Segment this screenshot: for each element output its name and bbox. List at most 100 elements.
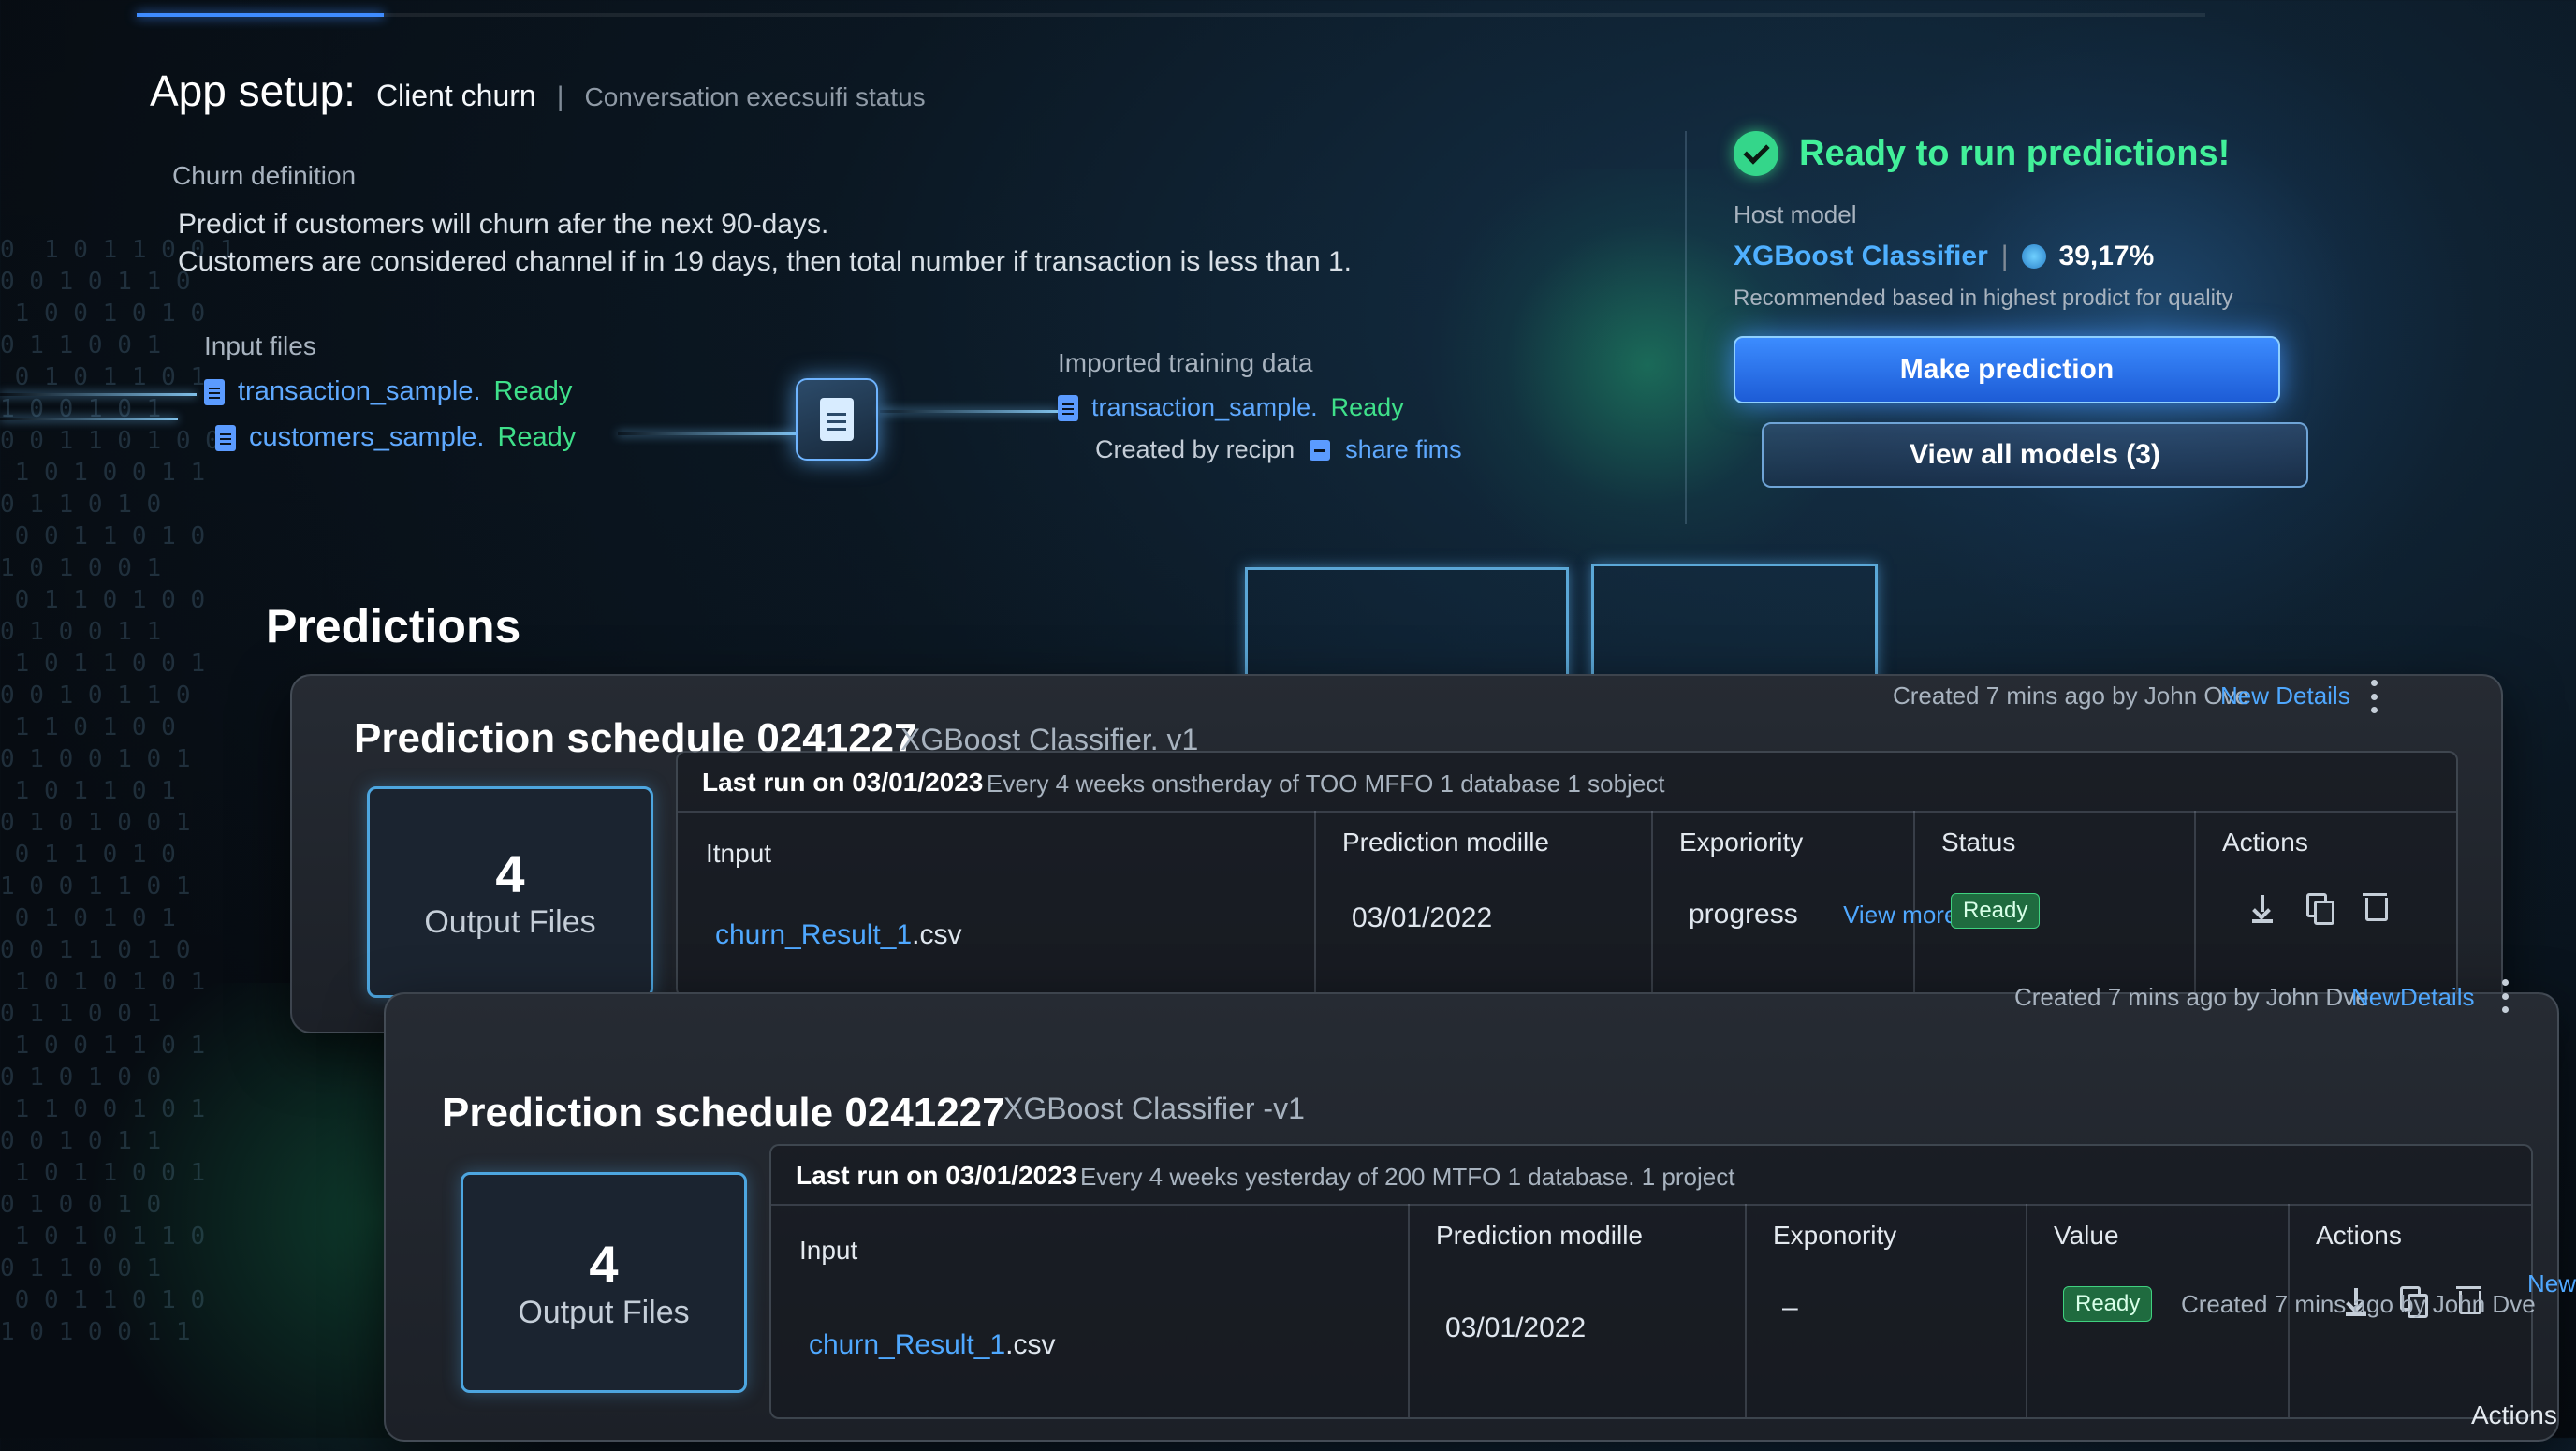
table-divider [771,1204,2531,1206]
input-file-status: Ready [497,422,577,452]
new-details-link[interactable]: New Details [2220,682,2350,711]
app-setup-title: App setup: Client churn | Conversation e… [150,66,1647,116]
result-file-cell[interactable]: churn_Result_1.csv [715,919,961,951]
column-header-input: Itnput [706,839,772,868]
ready-heading: Ready to run predictions! [1734,131,2445,176]
prediction-date-cell: 03/01/2022 [1445,1312,1587,1343]
title-separator: | [556,81,564,112]
output-files-count: 4 [589,1235,619,1294]
table-column-divider [1408,1204,1410,1417]
model-score: 39,17% [2058,241,2155,271]
result-file-cell[interactable]: churn_Result_1.csv [809,1329,1055,1361]
column-header-exp: Exponority [1773,1221,1897,1250]
top-progress-fill [137,13,384,17]
card-created-text: Created 7 mins ago by John Dve [2014,983,2369,1011]
imported-training-data: Imported training data transaction_sampl… [1058,348,1462,464]
result-file-link[interactable]: churn_Result_1 [809,1329,1005,1360]
view-all-models-button[interactable]: View all models (3) [1762,422,2308,488]
table-column-divider [2026,1204,2027,1417]
kebab-menu-icon[interactable] [2370,680,2378,713]
top-progress-bar [137,13,2205,17]
input-file-row[interactable]: customers_sample. Ready [215,422,576,453]
card-created-text: Created 7 mins ago by John Ove [1893,682,2249,710]
schedule-table: Last run on 03/01/2023 Every 4 weeks ons… [676,751,2458,998]
prediction-schedule-card: Prediction schedule 0241227 XGBoost Clas… [384,979,2559,1442]
churn-definition-label: Churn definition [172,161,357,190]
exp-value: progress [1689,899,1798,930]
imported-file-name[interactable]: transaction_sample. [1091,393,1318,422]
result-file-ext: .csv [1005,1329,1056,1360]
share-files-link[interactable]: share fims [1345,435,1462,464]
result-file-ext: .csv [912,919,962,950]
new-details-link[interactable]: New [2527,1269,2576,1298]
schedule-table: Last run on 03/01/2023 Every 4 weeks yes… [769,1144,2533,1419]
input-file-name[interactable]: transaction_sample. [238,376,481,407]
host-model-label: Host model [1734,200,1857,228]
copy-icon[interactable] [2306,893,2334,925]
output-files-box[interactable]: 4 Output Files [461,1172,747,1393]
ready-panel: Ready to run predictions! Host model XGB… [1685,131,2445,524]
output-files-count: 4 [495,844,525,903]
flow-line-to-doc [618,432,796,435]
document-transfer-icon [796,378,878,461]
prediction-date-cell: 03/01/2022 [1352,902,1493,933]
status-badge: Ready [1951,893,2041,929]
predictions-title: Predictions [266,600,521,652]
column-header-value: Value [2054,1221,2119,1250]
column-header-input: Input [799,1236,858,1265]
last-run-label: Last run on 03/01/2023 [796,1161,1077,1190]
model-separator: | [2000,241,2009,271]
churn-line-1: Predict if customers will churn afer the… [178,209,829,240]
imported-meta-row: Created by recipn share fims [1095,435,1462,464]
new-details-link[interactable]: NewDetails [2351,983,2475,1012]
column-header-prediction: Prediction modille [1436,1221,1643,1250]
result-file-link[interactable]: churn_Result_1 [715,919,912,950]
app-setup-header: App setup: Client churn | Conversation e… [150,66,1647,116]
trash-icon[interactable] [2363,891,2388,921]
doc-icon [204,378,225,405]
output-files-label: Output Files [424,904,596,940]
table-column-divider [1651,811,1653,996]
column-header-exp: Exporiority [1679,828,1804,857]
card-model: XGBoost Classifier -v1 [1003,1092,1305,1125]
input-files-section: Input files transaction_sample. Ready cu… [204,331,576,453]
check-circle-icon [1734,131,1778,176]
last-run-label: Last run on 03/01/2023 [702,768,984,797]
churn-definition-text: Predict if customers will churn afer the… [178,206,1488,281]
app-setup-label: App setup: [150,66,356,115]
output-files-box[interactable]: 4 Output Files [367,786,653,998]
imported-file-status: Ready [1330,393,1404,421]
view-more-link[interactable]: View more [1843,901,1957,929]
table-column-divider [1314,811,1316,996]
table-column-divider [2194,811,2196,996]
card-title: Prediction schedule 0241227 [442,1090,1005,1136]
card-created-text: Created 7 mins ago by John Dve [2181,1290,2536,1318]
output-files-label: Output Files [518,1295,690,1330]
host-model-name[interactable]: XGBoost Classifier [1734,241,1988,272]
input-file-status: Ready [493,376,573,406]
input-file-row[interactable]: transaction_sample. Ready [204,376,576,407]
kebab-menu-icon[interactable] [2501,979,2509,1013]
column-header-actions: Actions [2222,828,2308,857]
imported-label: Imported training data [1058,348,1313,377]
input-files-label: Input files [204,331,316,360]
input-file-name[interactable]: customers_sample. [249,422,484,453]
flow-line-input-2 [0,418,178,420]
last-run-description: Every 4 weeks yesterday of 200 MTFO 1 da… [1080,1163,1735,1191]
column-header-prediction: Prediction modille [1342,828,1549,857]
download-icon[interactable] [2250,895,2275,923]
column-header-actions: Actions [2471,1400,2557,1429]
flow-line-input [0,393,197,396]
share-icon[interactable] [1310,439,1331,461]
model-recommendation: Recommended based in highest prodict for… [1734,286,2233,311]
created-by-text: Created by recipn [1095,435,1295,463]
table-column-divider [1745,1204,1747,1417]
column-header-status: Status [1941,828,2016,857]
app-subtitle: Conversation execsuifi status [584,82,926,111]
imported-file-row[interactable]: transaction_sample. Ready [1058,393,1462,422]
table-divider [678,811,2456,813]
make-prediction-button[interactable]: Make prediction [1734,336,2280,403]
doc-icon [215,424,236,451]
doc-icon [1058,394,1078,421]
flow-line-to-imported [880,410,1058,413]
